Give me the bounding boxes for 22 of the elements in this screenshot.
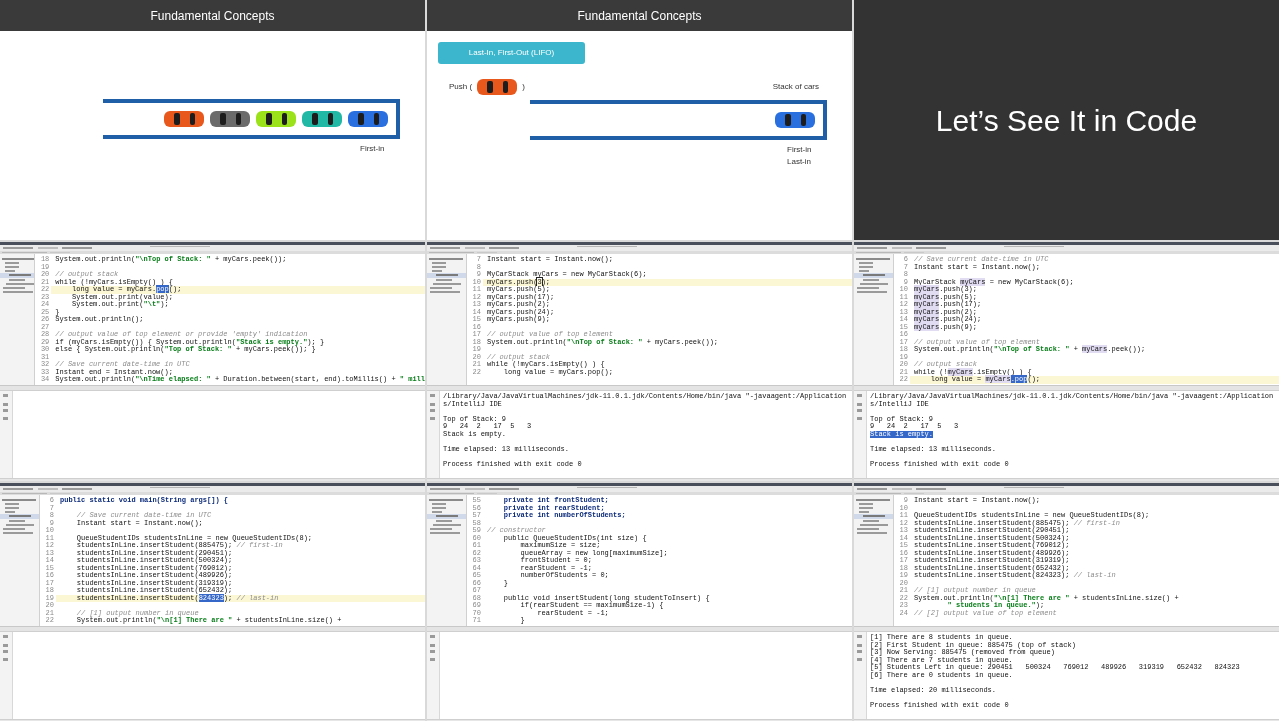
stack-label: Stack of cars xyxy=(772,81,819,93)
track-label: Last-in xyxy=(787,156,811,168)
track-label: First-in xyxy=(360,143,385,155)
slide-heading: Let’s See It in Code xyxy=(935,102,1198,139)
slide-title: Fundamental Concepts xyxy=(577,7,702,25)
console-toolbar-drawing xyxy=(3,635,8,661)
project-tree-drawing xyxy=(427,499,466,534)
project-tree-drawing xyxy=(427,258,466,293)
lifo-badge: Last-In, First-Out (LIFO) xyxy=(438,42,585,64)
project-tree-drawing xyxy=(854,499,893,534)
console-toolbar-drawing xyxy=(430,635,435,661)
project-tree-drawing xyxy=(0,258,35,293)
push-label: Push ( xyxy=(449,81,473,93)
push-paren: ) xyxy=(522,81,525,93)
console-toolbar-drawing xyxy=(430,394,435,420)
project-tree-drawing xyxy=(0,499,39,534)
console-toolbar-drawing xyxy=(857,394,862,420)
track-label: First-in xyxy=(787,144,812,156)
project-tree-drawing xyxy=(854,258,893,293)
slide-title: Fundamental Concepts xyxy=(150,7,275,25)
console-toolbar-drawing xyxy=(857,635,862,661)
console-toolbar-drawing xyxy=(3,394,8,420)
